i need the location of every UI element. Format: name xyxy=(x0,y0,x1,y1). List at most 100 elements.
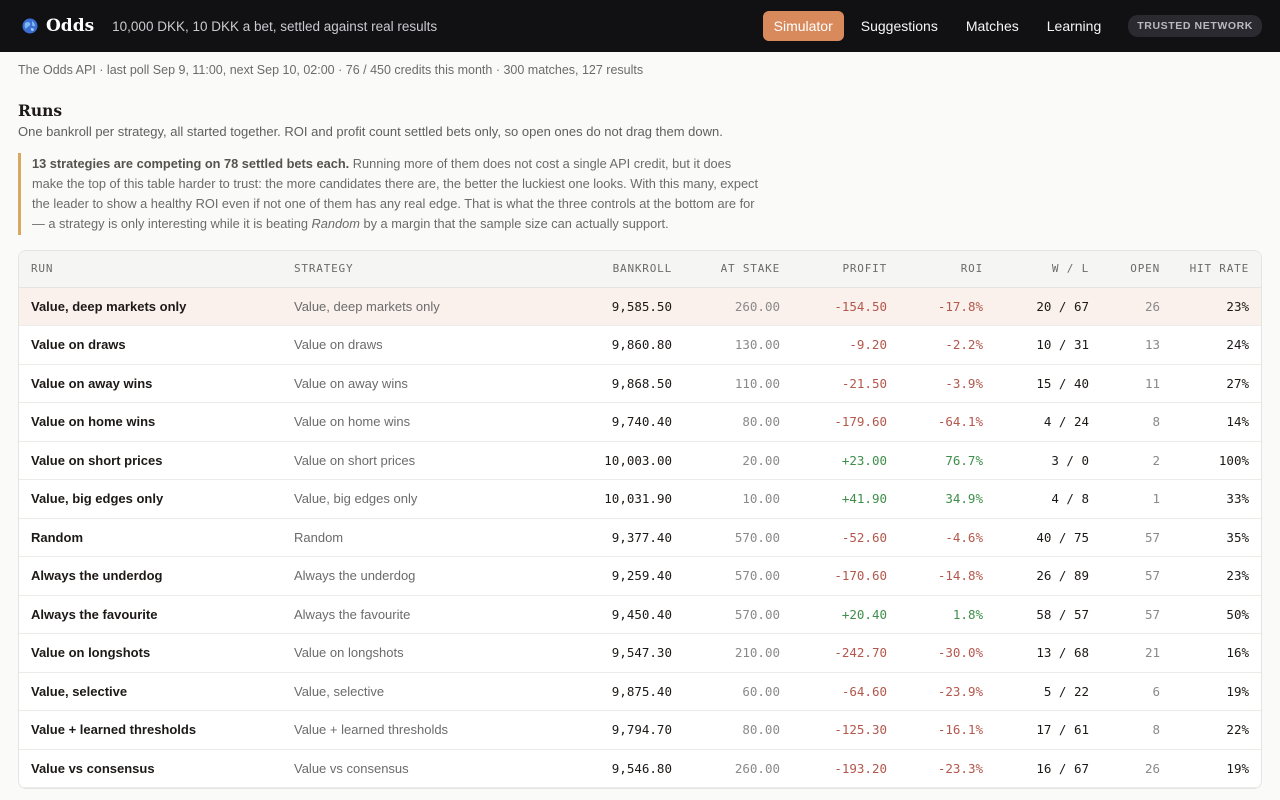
roi-value: -23.9% xyxy=(899,672,995,711)
strategy-name: Always the underdog xyxy=(282,556,502,596)
table-row[interactable]: Value on draws Value on draws 9,860.80 130.… xyxy=(19,325,1261,365)
open-value: 6 xyxy=(1101,672,1172,711)
open-value: 57 xyxy=(1101,595,1172,634)
strategy-name: Value on home wins xyxy=(282,402,502,442)
open-value: 26 xyxy=(1101,287,1172,326)
strategy-name: Value on short prices xyxy=(282,441,502,480)
col-run[interactable]: RUN xyxy=(19,251,282,288)
table-row[interactable]: Random Random 9,377.40 570.00 -52.60 -4.6% 40 … xyxy=(19,518,1261,557)
profit-value: -242.70 xyxy=(792,633,899,673)
open-value: 57 xyxy=(1101,518,1172,557)
at-stake-value: 570.00 xyxy=(684,518,792,557)
profit-value: +23.00 xyxy=(792,441,899,480)
table-row[interactable]: Value, big edges only Value, big edges on… xyxy=(19,479,1261,519)
table-row[interactable]: Value vs consensus Value vs consensus 9,54… xyxy=(19,749,1261,788)
col-hit-rate[interactable]: HIT RATE xyxy=(1172,251,1261,288)
col-at-stake[interactable]: AT STAKE xyxy=(684,251,792,288)
hit-rate-value: 50% xyxy=(1172,595,1261,634)
globe-icon xyxy=(22,18,38,34)
at-stake-value: 130.00 xyxy=(684,325,792,365)
col-strategy[interactable]: STRATEGY xyxy=(282,251,502,288)
open-value: 13 xyxy=(1101,325,1172,365)
at-stake-value: 210.00 xyxy=(684,633,792,673)
hit-rate-value: 19% xyxy=(1172,672,1261,711)
col-profit[interactable]: PROFIT xyxy=(792,251,899,288)
strategy-name: Always the favourite xyxy=(282,595,502,634)
table-row[interactable]: Value on home wins Value on home wins 9,74… xyxy=(19,402,1261,442)
open-value: 8 xyxy=(1101,402,1172,442)
strategy-name: Value vs consensus xyxy=(282,749,502,788)
at-stake-value: 80.00 xyxy=(684,402,792,442)
bankroll-value: 10,003.00 xyxy=(502,441,684,480)
nav-learning[interactable]: Learning xyxy=(1036,11,1113,41)
profit-value: -154.50 xyxy=(792,287,899,326)
col-bankroll[interactable]: BANKROLL xyxy=(502,251,684,288)
open-value: 26 xyxy=(1101,749,1172,788)
trusted-network-badge: TRUSTED NETWORK xyxy=(1128,15,1262,37)
win-loss-value: 26 / 89 xyxy=(995,556,1101,596)
hit-rate-value: 23% xyxy=(1172,287,1261,326)
hit-rate-value: 22% xyxy=(1172,710,1261,750)
win-loss-value: 4 / 24 xyxy=(995,402,1101,442)
brand[interactable]: Odds xyxy=(22,16,94,36)
win-loss-value: 3 / 0 xyxy=(995,441,1101,480)
win-loss-value: 20 / 67 xyxy=(995,287,1101,326)
bankroll-value: 9,875.40 xyxy=(502,672,684,711)
profit-value: -170.60 xyxy=(792,556,899,596)
at-stake-value: 80.00 xyxy=(684,710,792,750)
roi-value: -64.1% xyxy=(899,402,995,442)
nav-suggestions[interactable]: Suggestions xyxy=(850,11,949,41)
run-name: Value vs consensus xyxy=(19,749,282,788)
top-bar: Odds 10,000 DKK, 10 DKK a bet, settled a… xyxy=(0,0,1280,52)
win-loss-value: 17 / 61 xyxy=(995,710,1101,750)
win-loss-value: 16 / 67 xyxy=(995,749,1101,788)
table-row[interactable]: Value, deep markets only Value, deep mark… xyxy=(19,287,1261,326)
win-loss-value: 15 / 40 xyxy=(995,364,1101,403)
strategy-name: Value, selective xyxy=(282,672,502,711)
profit-value: -9.20 xyxy=(792,325,899,365)
table-row[interactable]: Value + learned thresholds Value + learne… xyxy=(19,710,1261,750)
table-row[interactable]: Value on short prices Value on short pric… xyxy=(19,441,1261,480)
strategy-name: Value on longshots xyxy=(282,633,502,673)
open-value: 21 xyxy=(1101,633,1172,673)
nav-matches[interactable]: Matches xyxy=(955,11,1030,41)
table-row[interactable]: Value on away wins Value on away wins 9,86… xyxy=(19,364,1261,403)
run-name: Value on longshots xyxy=(19,633,282,673)
col-roi[interactable]: ROI xyxy=(899,251,995,288)
main-nav: Simulator Suggestions Matches Learning T… xyxy=(762,11,1262,41)
profit-value: -193.20 xyxy=(792,749,899,788)
callout-end: by a margin that the sample size can act… xyxy=(359,216,669,231)
bankroll-value: 9,547.30 xyxy=(502,633,684,673)
strategy-name: Value on draws xyxy=(282,325,502,365)
callout-bold: 13 strategies are competing on 78 settle… xyxy=(32,156,350,171)
table-row[interactable]: Value, selective Value, selective 9,875.40… xyxy=(19,672,1261,711)
section-subtitle: One bankroll per strategy, all started t… xyxy=(18,124,723,139)
at-stake-value: 570.00 xyxy=(684,556,792,596)
col-win-loss[interactable]: W / L xyxy=(995,251,1101,288)
nav-simulator[interactable]: Simulator xyxy=(762,11,844,41)
bankroll-value: 9,868.50 xyxy=(502,364,684,403)
api-status-line: The Odds API · last poll Sep 9, 11:00, n… xyxy=(18,63,644,77)
hit-rate-value: 14% xyxy=(1172,402,1261,442)
run-name: Value on home wins xyxy=(19,402,282,442)
table-row[interactable]: Always the favourite Always the favourite… xyxy=(19,595,1261,634)
table-row[interactable]: Always the underdog Always the underdog 9,… xyxy=(19,556,1261,596)
open-value: 1 xyxy=(1101,479,1172,519)
col-open[interactable]: OPEN xyxy=(1101,251,1172,288)
warning-callout: 13 strategies are competing on 78 settle… xyxy=(18,153,758,235)
profit-value: +20.40 xyxy=(792,595,899,634)
profit-value: -64.60 xyxy=(792,672,899,711)
strategy-name: Value, big edges only xyxy=(282,479,502,519)
open-value: 2 xyxy=(1101,441,1172,480)
strategy-name: Value, deep markets only xyxy=(282,287,502,326)
run-name: Value on away wins xyxy=(19,364,282,403)
run-name: Value on draws xyxy=(19,325,282,365)
profit-value: +41.90 xyxy=(792,479,899,519)
bankroll-value: 10,031.90 xyxy=(502,479,684,519)
run-name: Value, deep markets only xyxy=(19,287,282,326)
win-loss-value: 10 / 31 xyxy=(995,325,1101,365)
table-row[interactable]: Value on longshots Value on longshots 9,54… xyxy=(19,633,1261,673)
roi-value: -2.2% xyxy=(899,325,995,365)
open-value: 57 xyxy=(1101,556,1172,596)
roi-value: -23.3% xyxy=(899,749,995,788)
